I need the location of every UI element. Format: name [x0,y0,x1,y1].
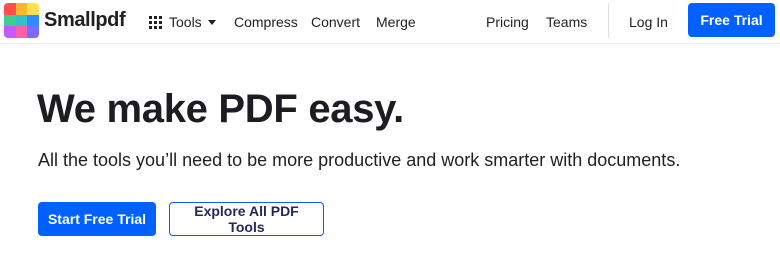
logo-cell [15,3,28,15]
explore-pdf-tools-button[interactable]: Explore All PDF Tools [169,202,324,236]
top-navbar: Smallpdf Tools Compress Convert Merge Pr… [0,0,780,44]
nav-divider [608,3,609,38]
logo-cell [27,14,39,27]
logo-cell [15,14,28,27]
nav-link-merge[interactable]: Merge [376,0,416,44]
nav-link-pricing[interactable]: Pricing [486,0,529,44]
logo-cell [27,3,39,15]
logo-cell [4,14,16,27]
logo-cell [4,26,16,38]
nav-link-convert[interactable]: Convert [311,0,360,44]
caret-down-icon [207,19,216,25]
tools-label: Tools [169,14,202,30]
smallpdf-logo-icon [4,3,39,38]
grid-icon [149,15,162,29]
logo-cell [4,3,16,15]
brand-name: Smallpdf [44,9,126,31]
nav-link-teams[interactable]: Teams [546,0,587,44]
nav-link-compress[interactable]: Compress [234,0,298,44]
start-free-trial-button[interactable]: Start Free Trial [38,202,156,236]
tools-menu[interactable]: Tools [149,0,216,44]
login-link[interactable]: Log In [629,0,668,44]
hero-title: We make PDF easy. [37,87,404,131]
smallpdf-logo[interactable]: Smallpdf [4,3,126,38]
hero-subtitle: All the tools you’ll need to be more pro… [38,150,681,170]
logo-cell [15,26,28,38]
free-trial-button[interactable]: Free Trial [688,3,775,37]
logo-cell [27,26,39,38]
